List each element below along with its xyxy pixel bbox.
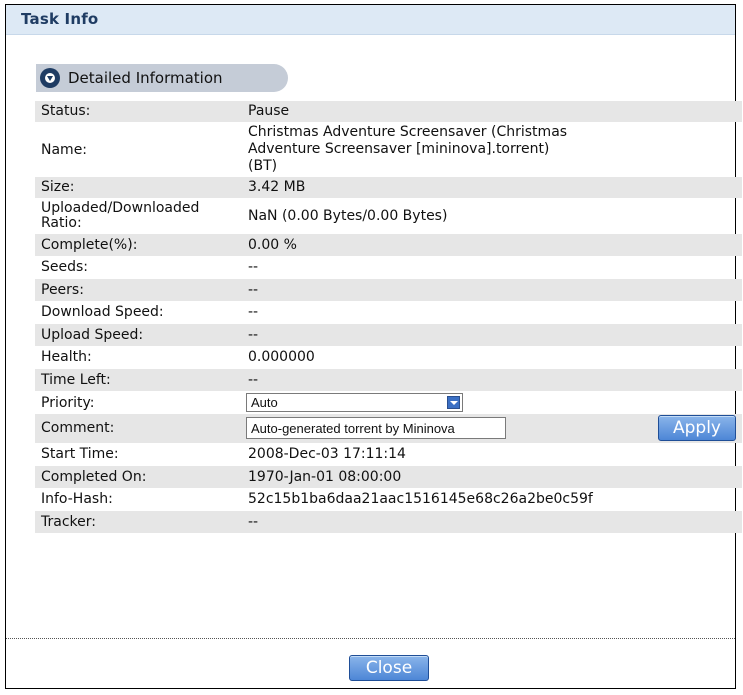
close-button[interactable]: Close — [349, 655, 429, 681]
row-tracker: Tracker: -- — [35, 511, 742, 533]
value: Pause — [248, 103, 290, 119]
label: Start Time: — [41, 446, 119, 462]
label: Download Speed: — [41, 304, 164, 320]
row-name: Name: Christmas Adventure Screensaver (C… — [35, 122, 742, 177]
value: 3.42 MB — [248, 179, 306, 195]
value: 0.000000 — [248, 349, 315, 365]
section-label: Detailed Information — [68, 69, 223, 87]
value: 52c15b1ba6daa21aac1516145e68c26a2be0c59f — [248, 491, 593, 507]
value-line: (BT) — [248, 158, 278, 174]
label-line: Ratio: — [41, 215, 82, 231]
apply-button[interactable]: Apply — [658, 415, 736, 441]
row-upload-speed: Upload Speed: -- — [35, 324, 742, 346]
label: Info-Hash: — [41, 491, 113, 507]
label: Upload Speed: — [41, 327, 144, 343]
row-ratio: Uploaded/Downloaded Ratio: NaN (0.00 Byt… — [35, 198, 742, 234]
label: Uploaded/Downloaded Ratio: — [41, 201, 199, 231]
collapse-arrow-icon[interactable] — [40, 68, 60, 88]
row-completed-on: Completed On: 1970-Jan-01 08:00:00 — [35, 466, 742, 488]
value: 2008-Dec-03 17:11:14 — [248, 446, 406, 462]
label: Seeds: — [41, 259, 89, 275]
label: Complete(%): — [41, 237, 138, 253]
label: Size: — [41, 179, 75, 195]
value: -- — [248, 259, 259, 275]
value-line: Christmas Adventure Screensaver (Christm… — [248, 124, 568, 140]
row-time-left: Time Left: -- — [35, 369, 742, 391]
dialog-title: Task Info — [21, 10, 99, 28]
priority-select[interactable]: Auto — [246, 393, 463, 412]
label: Completed On: — [41, 469, 147, 485]
row-size: Size: 3.42 MB — [35, 177, 742, 198]
value: 1970-Jan-01 08:00:00 — [248, 469, 402, 485]
row-peers: Peers: -- — [35, 279, 742, 301]
label: Priority: — [41, 395, 95, 411]
label: Time Left: — [41, 372, 111, 388]
row-info-hash: Info-Hash: 52c15b1ba6daa21aac1516145e68c… — [35, 488, 742, 511]
task-info-dialog: Task Info Detailed Information Status: P… — [5, 4, 742, 689]
title-bar: Task Info — [6, 5, 735, 35]
value: -- — [248, 514, 259, 530]
value: NaN (0.00 Bytes/0.00 Bytes) — [248, 208, 448, 224]
value: -- — [248, 282, 259, 298]
label: Name: — [41, 142, 88, 158]
label: Comment: — [41, 420, 115, 436]
value: -- — [248, 372, 259, 388]
row-health: Health: 0.000000 — [35, 346, 742, 369]
row-status: Status: Pause — [35, 101, 742, 122]
value: Christmas Adventure Screensaver (Christm… — [248, 124, 567, 175]
label: Peers: — [41, 282, 84, 298]
dropdown-arrow-icon[interactable] — [447, 396, 460, 409]
row-seeds: Seeds: -- — [35, 256, 742, 279]
value: -- — [248, 304, 259, 320]
row-comment: Comment: Auto-generated torrent by Minin… — [35, 414, 742, 443]
label: Tracker: — [41, 514, 96, 530]
detailed-information-header[interactable]: Detailed Information — [36, 64, 288, 92]
label: Status: — [41, 103, 91, 119]
row-start-time: Start Time: 2008-Dec-03 17:11:14 — [35, 443, 742, 466]
label-line: Uploaded/Downloaded — [41, 200, 200, 216]
priority-selected-value: Auto — [251, 395, 278, 410]
value: -- — [248, 327, 259, 343]
row-priority: Priority: Auto — [35, 391, 742, 414]
label: Health: — [41, 349, 92, 365]
value-line: Adventure Screensaver [mininova].torrent… — [248, 141, 550, 157]
comment-input-value: Auto-generated torrent by Mininova — [251, 421, 455, 436]
comment-input[interactable]: Auto-generated torrent by Mininova — [246, 417, 506, 439]
row-complete: Complete(%): 0.00 % — [35, 234, 742, 256]
value: 0.00 % — [248, 237, 297, 253]
footer-divider — [6, 638, 735, 639]
row-download-speed: Download Speed: -- — [35, 301, 742, 324]
